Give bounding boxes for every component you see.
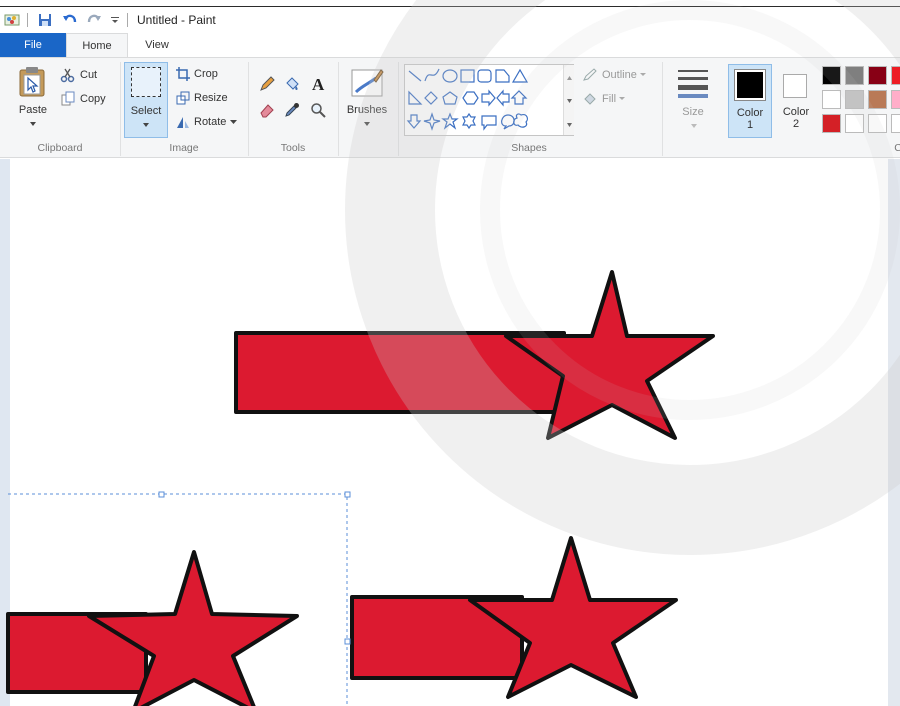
- paint-window: Untitled - Paint File Home View Paste Cu…: [0, 0, 900, 706]
- bar-top: [234, 331, 566, 414]
- selection-handle-right[interactable]: [344, 638, 351, 645]
- selection-handle-top[interactable]: [158, 491, 165, 498]
- selection-handle-top-right[interactable]: [344, 491, 351, 498]
- flag-bottom-right[interactable]: [350, 536, 678, 699]
- flag-bottom-left[interactable]: [6, 550, 299, 706]
- drawing-layer: [6, 270, 715, 706]
- flag-top[interactable]: [234, 270, 715, 440]
